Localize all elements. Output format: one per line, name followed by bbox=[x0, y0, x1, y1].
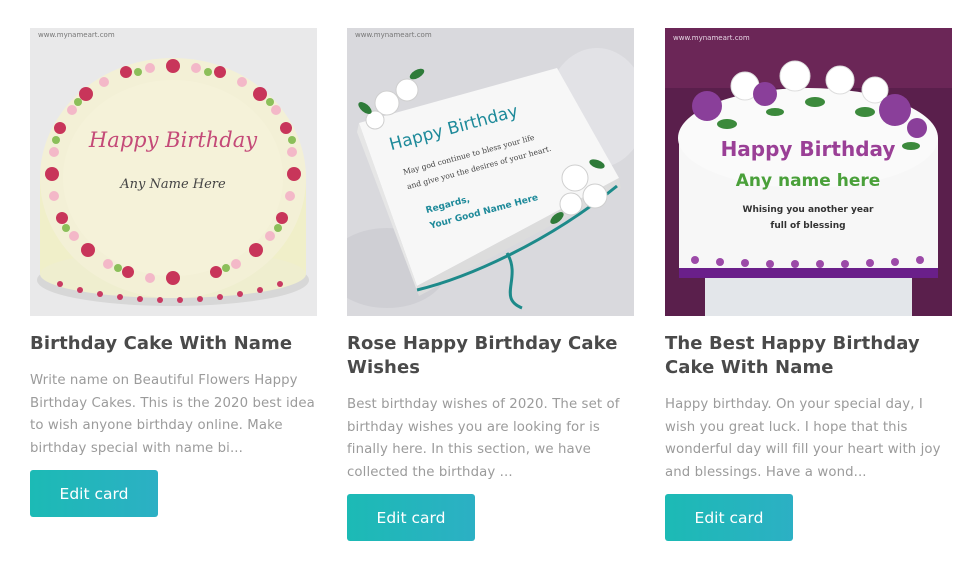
edit-card-button[interactable]: Edit card bbox=[665, 494, 793, 541]
cake-wish-line-1: Whising you another year bbox=[743, 205, 875, 215]
card-image[interactable]: www.mynameart.com Happy Birthday Any nam… bbox=[665, 28, 952, 316]
watermark-text: www.mynameart.com bbox=[38, 31, 115, 39]
watermark-text: www.mynameart.com bbox=[355, 31, 432, 39]
edit-card-button[interactable]: Edit card bbox=[347, 494, 475, 541]
card-birthday-cake-with-name: www.mynameart.com Happy Birthday Any Nam… bbox=[30, 28, 317, 517]
cake-name-text: Any Name Here bbox=[119, 177, 226, 192]
card-title[interactable]: Rose Happy Birthday Cake Wishes bbox=[347, 332, 634, 380]
card-description: Happy birthday. On your special day, I w… bbox=[665, 397, 941, 480]
card-description: Write name on Beautiful Flowers Happy Bi… bbox=[30, 373, 315, 456]
card-image[interactable]: www.mynameart.com Happy Birthday Any Nam… bbox=[30, 28, 317, 316]
cake-name-text: Any name here bbox=[736, 171, 881, 191]
card-best-happy-birthday-cake-with-name: www.mynameart.com Happy Birthday Any nam… bbox=[665, 28, 952, 541]
card-title[interactable]: The Best Happy Birthday Cake With Name bbox=[665, 332, 952, 380]
edit-card-button[interactable]: Edit card bbox=[30, 470, 158, 517]
card-rose-happy-birthday-cake-wishes: www.mynameart.com Happy Birthday May god… bbox=[347, 28, 634, 541]
watermark-text: www.mynameart.com bbox=[673, 34, 750, 42]
cake-heading-text: Happy Birthday bbox=[88, 128, 258, 152]
card-title[interactable]: Birthday Cake With Name bbox=[30, 332, 317, 356]
card-description: Best birthday wishes of 2020. The set of… bbox=[347, 397, 620, 480]
cake-wish-line-2: full of blessing bbox=[770, 221, 845, 231]
cake-heading-text: Happy Birthday bbox=[721, 137, 896, 161]
card-image[interactable]: www.mynameart.com Happy Birthday May god… bbox=[347, 28, 634, 316]
